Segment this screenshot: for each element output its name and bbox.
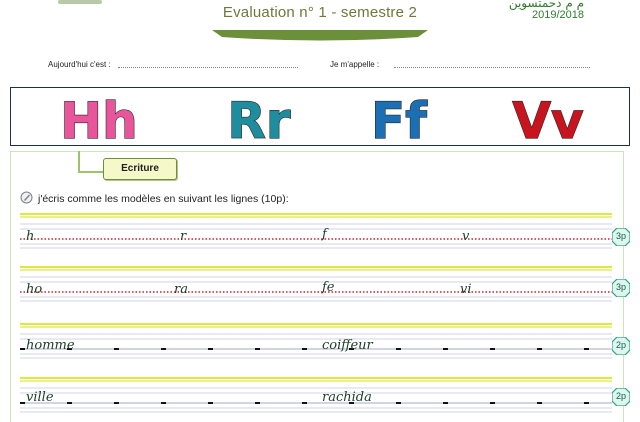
row-2-right-model: fe (322, 280, 335, 295)
points-badge-row-3: 2p (611, 336, 631, 360)
letter-pair-f: Ff (371, 92, 428, 145)
letter-pair-r: Rr (227, 92, 291, 145)
row-3-right-model: coiffeur (322, 338, 373, 353)
row-2-right-middle-model: vi (460, 282, 472, 297)
row-4-left-model: ville (26, 390, 54, 405)
row-1-left-model: h (26, 229, 35, 244)
writing-row-2[interactable]: ho ra fe vi (20, 265, 612, 303)
points-badge-row-4: 2p (611, 387, 631, 411)
writing-row-4[interactable]: ville rachida (20, 376, 612, 414)
row-4-right-model: rachida (322, 390, 372, 405)
points-value: 3p (615, 231, 626, 241)
school-year: 2019/2018 (532, 9, 584, 21)
writing-row-1[interactable]: h r f v (20, 212, 612, 250)
section-title-ecriture: Ecriture (103, 158, 177, 180)
letters-graphic: Hh Rr Ff Vv (60, 91, 585, 145)
row-2-left-model: ho (26, 282, 43, 297)
row-1-right-middle-model: v (462, 229, 470, 244)
points-value: 3p (615, 282, 626, 292)
date-field[interactable] (118, 67, 298, 68)
letter-pair-v: Vv (512, 92, 583, 145)
name-field[interactable] (394, 67, 590, 68)
points-value: 2p (615, 340, 626, 350)
writing-row-3[interactable]: homme coiffeur (20, 322, 612, 360)
instruction-text: j'écris comme les modèles en suivant les… (38, 193, 289, 205)
row-1-left-middle-model: r (180, 229, 187, 244)
letters-banner: Hh Rr Ff Vv (10, 87, 630, 146)
points-badge-row-1: 3p (611, 227, 631, 251)
points-badge-row-2: 3p (611, 278, 631, 302)
row-2-left-middle-model: ra (174, 282, 188, 297)
row-1-right-model: f (322, 227, 327, 242)
date-label: Aujourd'hui c'est : (48, 60, 111, 69)
section-connector (78, 151, 106, 173)
letter-pair-h: Hh (60, 92, 137, 145)
points-value: 2p (615, 391, 626, 401)
row-3-left-model: homme (26, 338, 75, 353)
name-label: Je m'appelle : (330, 60, 380, 69)
pencil-hand-icon (20, 191, 33, 204)
title-underline-decoration (212, 30, 428, 41)
